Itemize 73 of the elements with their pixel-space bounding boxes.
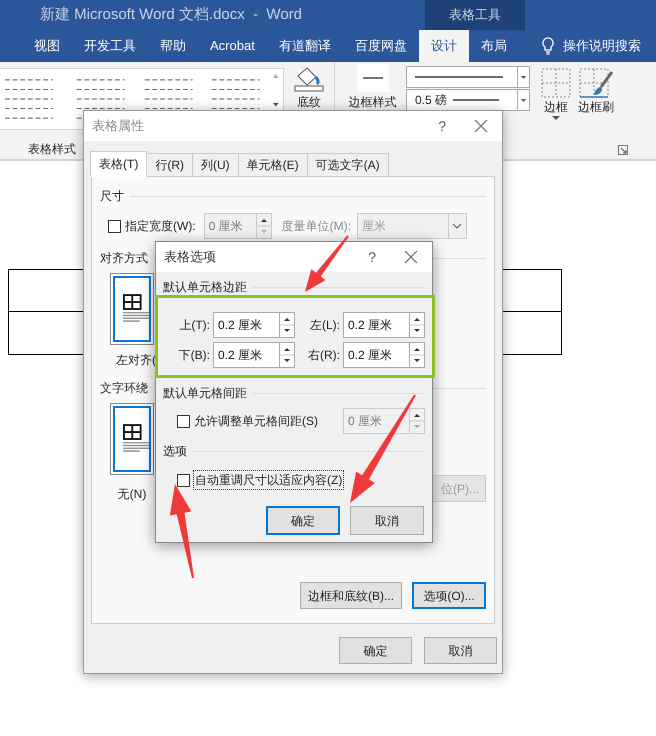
spin-field[interactable]: 0 厘米 xyxy=(204,213,256,239)
shading-button[interactable]: 底纹 xyxy=(297,93,321,111)
line-style-dropdown[interactable] xyxy=(406,66,530,88)
ribbon-tab[interactable]: 开发工具 xyxy=(72,30,148,62)
field-label: 指定宽度(W): xyxy=(125,218,196,235)
ok-button[interactable]: 确定 xyxy=(339,637,412,664)
borders-button[interactable]: 边框 xyxy=(544,98,568,116)
spin-field[interactable]: 0.2 厘米 xyxy=(343,342,409,368)
spin-field[interactable]: 0.2 厘米 xyxy=(213,312,279,338)
checkbox-label[interactable]: 允许调整单元格间距(S) xyxy=(194,412,318,430)
section-label: 尺寸 xyxy=(100,188,124,205)
group-label: 表格样式 xyxy=(28,141,77,158)
field-label: 左(L): xyxy=(309,317,341,334)
cancel-button[interactable]: 取消 xyxy=(424,637,497,664)
line-weight-dropdown[interactable]: 0.5 磅 xyxy=(406,89,530,111)
spin-field[interactable]: 0.2 厘米 xyxy=(213,342,279,368)
field-label: 上(T): xyxy=(178,317,211,334)
dialog-tab[interactable]: 表格(T) xyxy=(90,151,148,177)
checkbox[interactable] xyxy=(108,220,121,232)
help-button[interactable]: ? xyxy=(438,116,446,136)
checkbox[interactable] xyxy=(177,474,190,486)
section-label: 文字环绕 xyxy=(100,380,148,397)
spin-buttons xyxy=(256,213,272,239)
ribbon-tab[interactable]: 百度网盘 xyxy=(342,30,419,62)
checkbox-label[interactable]: 自动重调尺寸以适应内容(Z) xyxy=(193,470,344,490)
dropdown-arrow-icon[interactable] xyxy=(517,90,529,110)
layout-option[interactable] xyxy=(110,403,154,475)
dialog-tab[interactable]: 可选文字(A) xyxy=(306,153,389,177)
border-painter-icon[interactable] xyxy=(579,68,613,98)
spin-buttons xyxy=(409,408,425,434)
field-label: 下(B): xyxy=(178,347,211,364)
section-label: 默认单元格间距 xyxy=(163,385,247,402)
spin-field[interactable]: 0.2 厘米 xyxy=(343,312,409,338)
ribbon-tab[interactable]: 布局 xyxy=(468,30,519,62)
tell-me-search[interactable]: 操作说明搜索 xyxy=(562,36,641,56)
annotation-arrow xyxy=(305,235,349,292)
context-tab-group: 表格工具 xyxy=(425,0,525,30)
dropdown-arrow-icon[interactable] xyxy=(517,67,529,87)
close-icon[interactable] xyxy=(404,250,418,264)
spin-buttons[interactable] xyxy=(279,312,295,338)
borders-icon[interactable] xyxy=(541,68,571,98)
spin-buttons[interactable] xyxy=(409,312,425,338)
dialog-title: 表格属性 xyxy=(92,117,144,136)
line-style-icon[interactable] xyxy=(356,64,388,92)
ribbon-tab[interactable]: 视图 xyxy=(22,30,72,62)
ok-button[interactable]: 确定 xyxy=(266,506,340,535)
layout-option[interactable] xyxy=(110,273,154,345)
border-styles-button[interactable]: 边框样式 xyxy=(348,93,396,111)
borders-shading-button[interactable]: 边框和底纹(B)... xyxy=(300,582,402,609)
ribbon-tab[interactable]: 设计 xyxy=(418,30,469,62)
section-label: 默认单元格边距 xyxy=(163,279,247,296)
options-button[interactable]: 选项(O)... xyxy=(412,582,486,609)
spin-field[interactable]: 0 厘米 xyxy=(343,408,409,434)
ribbon-tab[interactable]: 有道翻译 xyxy=(266,30,343,62)
option-label[interactable]: 无(N) xyxy=(118,485,146,503)
checkbox[interactable] xyxy=(177,414,190,428)
help-button[interactable]: ? xyxy=(368,246,376,268)
section-label: 对齐方式 xyxy=(100,250,148,267)
spin-buttons[interactable] xyxy=(409,342,425,368)
close-icon[interactable] xyxy=(474,119,488,133)
dropdown-arrow-icon[interactable] xyxy=(552,116,560,122)
lightbulb-icon[interactable] xyxy=(540,37,555,55)
border-painter-button[interactable]: 边框刷 xyxy=(578,98,614,116)
ribbon-tab[interactable]: 帮助 xyxy=(148,30,198,62)
window-title: 新建 Microsoft Word 文档.docx - Word xyxy=(39,4,303,25)
ribbon-tab[interactable]: Acrobat xyxy=(198,30,267,62)
cancel-button[interactable]: 取消 xyxy=(350,506,424,535)
field-label: 度量单位(M): xyxy=(282,218,351,235)
spin-buttons[interactable] xyxy=(279,342,295,368)
dialog-launcher-icon[interactable] xyxy=(618,145,628,155)
section-label: 选项 xyxy=(163,443,187,460)
dialog-title: 表格选项 xyxy=(164,248,216,266)
field-label: 右(R): xyxy=(307,347,341,364)
